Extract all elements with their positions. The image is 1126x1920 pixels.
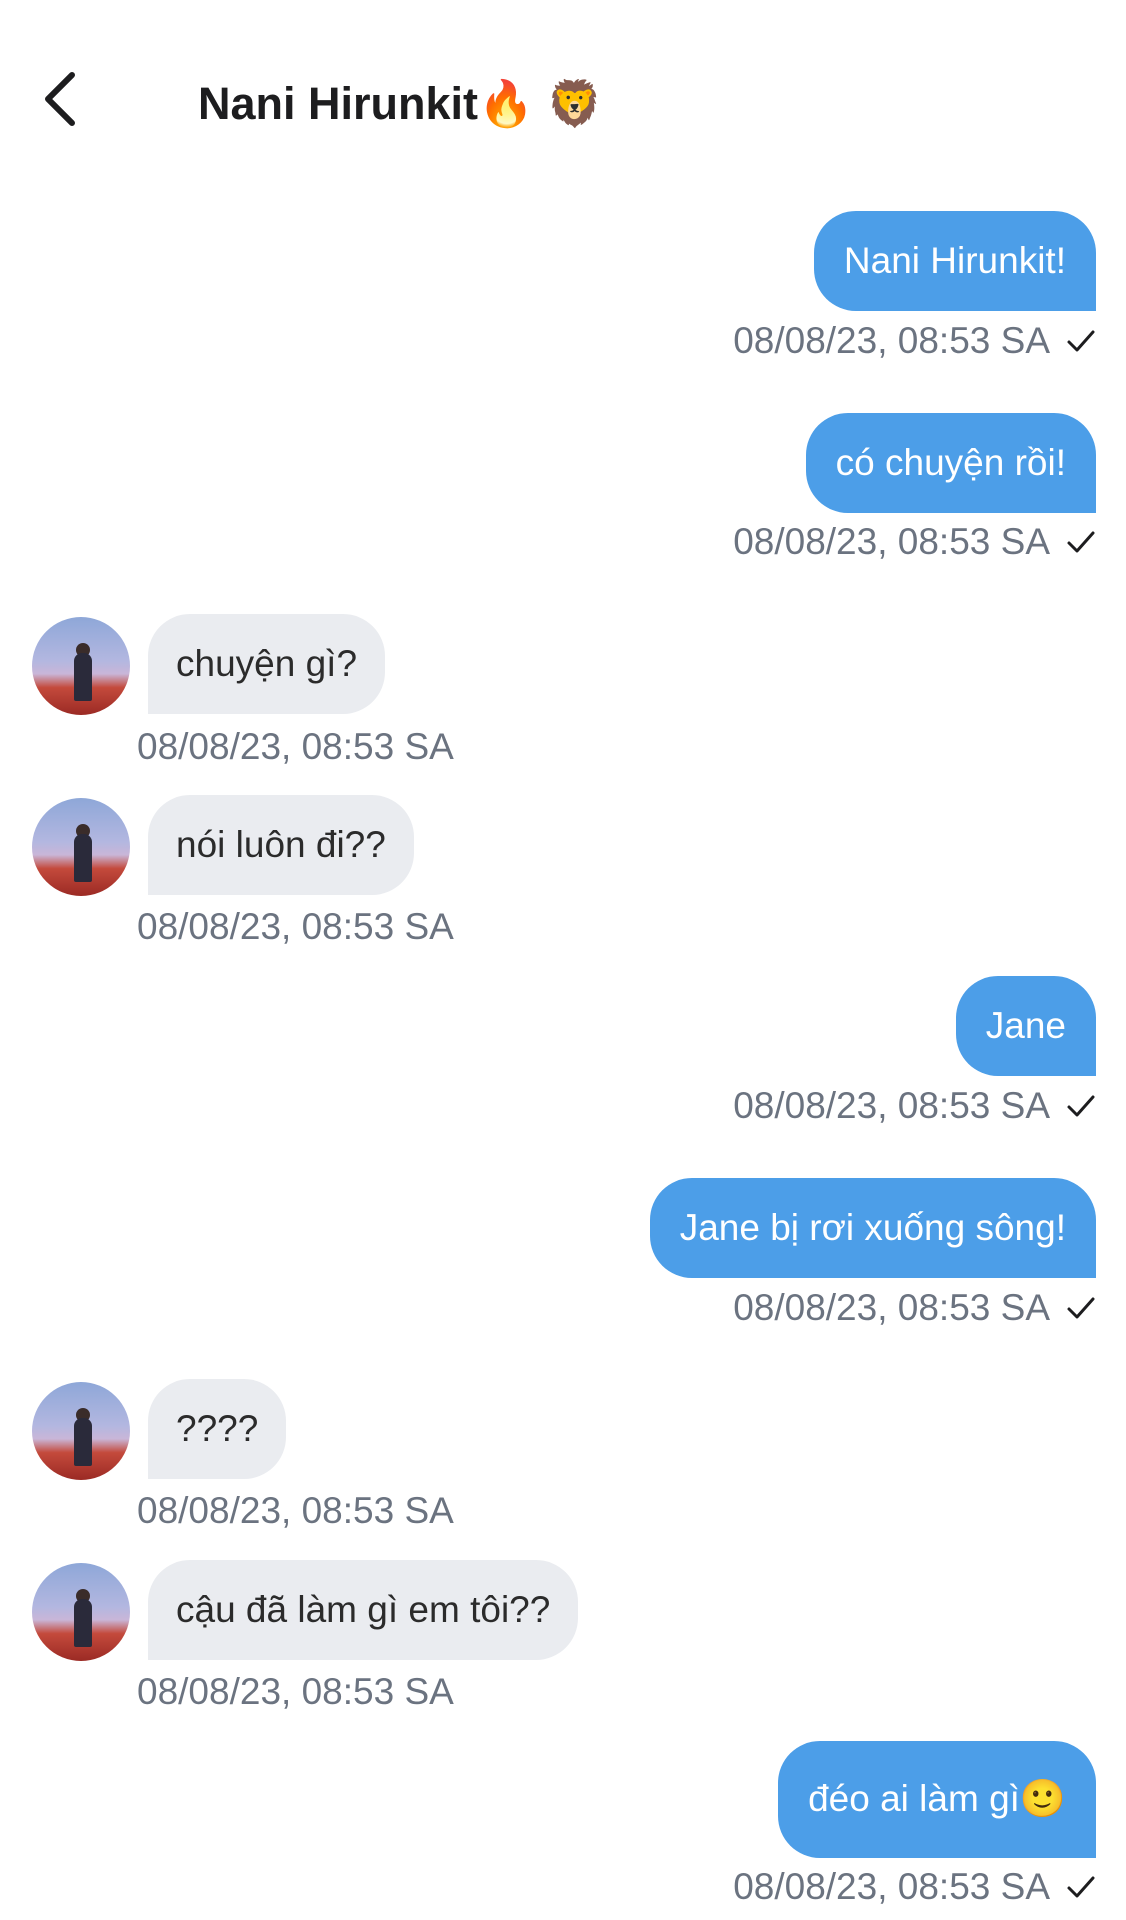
- message-timestamp: 08/08/23, 08:53 SA: [733, 1866, 1096, 1908]
- message-text: có chuyện rồi!: [835, 442, 1066, 483]
- outgoing-message-bubble[interactable]: Jane bị rơi xuống sông!: [649, 1178, 1096, 1278]
- message-timestamp: 08/08/23, 08:53 SA: [137, 1490, 454, 1531]
- message-timestamp: 08/08/23, 08:53 SA: [137, 906, 454, 947]
- chat-screen: Nani Hirunkit🔥 🦁 Nani Hirunkit! 08/08/23…: [0, 0, 1126, 1920]
- message-text: ????: [176, 1408, 259, 1449]
- timestamp-text: 08/08/23, 08:53 SA: [733, 320, 1050, 361]
- avatar-person: [74, 834, 92, 882]
- message-timestamp: 08/08/23, 08:53 SA: [137, 1671, 454, 1712]
- incoming-message-bubble[interactable]: chuyện gì?: [148, 614, 386, 714]
- chat-header: Nani Hirunkit🔥 🦁: [0, 0, 1126, 170]
- back-button[interactable]: [30, 64, 90, 134]
- timestamp-text: 08/08/23, 08:53 SA: [733, 1287, 1050, 1328]
- avatar-person: [74, 653, 92, 701]
- chevron-left-icon: [45, 72, 75, 126]
- message-text: Jane: [985, 1005, 1066, 1046]
- message-text: Jane bị rơi xuống sông!: [679, 1207, 1066, 1248]
- timestamp-text: 08/08/23, 08:53 SA: [733, 1866, 1050, 1907]
- outgoing-message-bubble[interactable]: Nani Hirunkit!: [813, 211, 1096, 311]
- message-timestamp: 08/08/23, 08:53 SA: [733, 320, 1096, 362]
- message-text: chuyện gì?: [176, 643, 358, 684]
- incoming-message-bubble[interactable]: cậu đã làm gì em tôi??: [148, 1560, 579, 1660]
- avatar-person: [74, 1418, 92, 1466]
- outgoing-message-bubble[interactable]: có chuyện rồi!: [805, 413, 1096, 513]
- message-text: cậu đã làm gì em tôi??: [176, 1589, 551, 1630]
- contact-avatar[interactable]: [32, 1563, 130, 1661]
- check-icon: [1067, 1297, 1095, 1319]
- timestamp-text: 08/08/23, 08:53 SA: [733, 1085, 1050, 1126]
- outgoing-message-bubble[interactable]: Jane: [955, 976, 1096, 1076]
- contact-avatar[interactable]: [32, 798, 130, 896]
- message-timestamp: 08/08/23, 08:53 SA: [733, 1085, 1096, 1127]
- message-text: đéo ai làm gì🙂: [808, 1778, 1066, 1819]
- check-icon: [1067, 330, 1095, 352]
- contact-avatar[interactable]: [32, 617, 130, 715]
- incoming-message-bubble[interactable]: ????: [148, 1379, 287, 1479]
- message-text: nói luôn đi??: [176, 824, 386, 865]
- check-icon: [1067, 1876, 1095, 1898]
- contact-name: Nani Hirunkit: [198, 78, 479, 129]
- check-icon: [1067, 531, 1095, 553]
- contact-avatar[interactable]: [32, 1382, 130, 1480]
- message-timestamp: 08/08/23, 08:53 SA: [733, 521, 1096, 563]
- message-timestamp: 08/08/23, 08:53 SA: [733, 1287, 1096, 1329]
- message-text: Nani Hirunkit!: [843, 240, 1066, 281]
- timestamp-text: 08/08/23, 08:53 SA: [733, 521, 1050, 562]
- incoming-message-bubble[interactable]: nói luôn đi??: [148, 795, 414, 895]
- avatar-person: [74, 1599, 92, 1647]
- title-emoji: 🔥 🦁: [478, 78, 603, 129]
- contact-name-title[interactable]: Nani Hirunkit🔥 🦁: [198, 76, 603, 132]
- check-icon: [1067, 1095, 1095, 1117]
- outgoing-message-bubble[interactable]: đéo ai làm gì🙂: [778, 1741, 1096, 1858]
- message-timestamp: 08/08/23, 08:53 SA: [137, 726, 454, 767]
